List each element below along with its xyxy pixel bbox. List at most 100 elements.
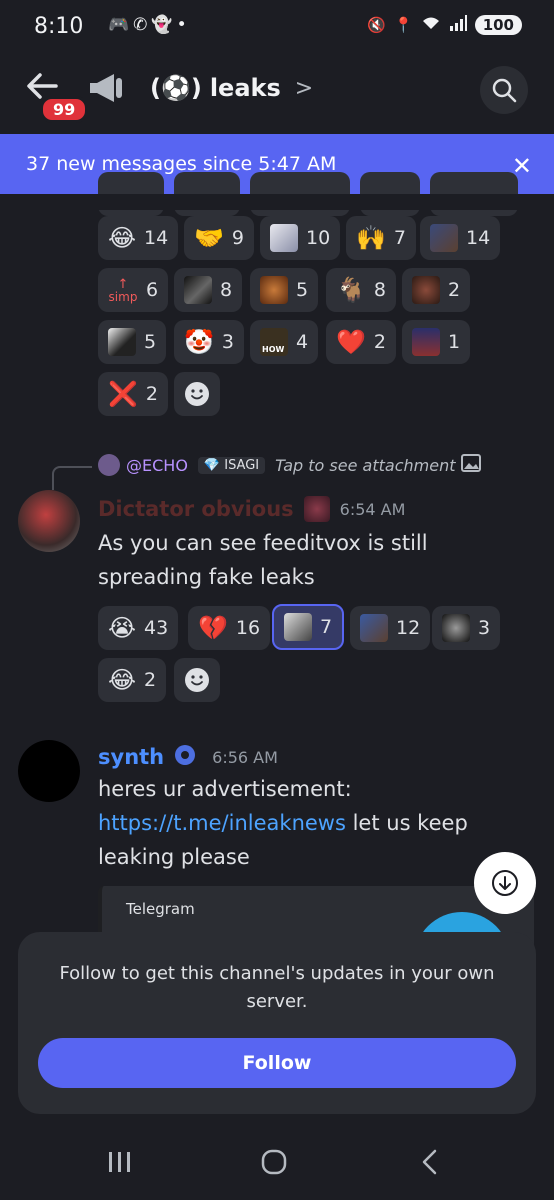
reaction-chip[interactable]: 1 <box>402 320 471 364</box>
embed-provider: Telegram <box>126 900 195 918</box>
reply-avatar <box>98 454 120 476</box>
reaction-count: 12 <box>396 617 421 639</box>
reaction-count: 2 <box>145 383 158 405</box>
avatar[interactable] <box>18 490 80 552</box>
unread-badge: 99 <box>40 96 89 123</box>
follow-channel-card: Follow to get this channel's updates in … <box>18 932 536 1114</box>
arrow-down-icon <box>492 870 518 896</box>
avatar[interactable] <box>18 740 80 802</box>
joy-emoji-icon: 😂 <box>108 224 137 252</box>
joy-emoji-icon: 😂 <box>108 666 137 694</box>
back-nav-button[interactable] <box>410 1146 450 1178</box>
image-icon <box>461 454 482 476</box>
telegram-link[interactable]: https://t.me/inleaknews <box>98 811 346 835</box>
clown-emoji-icon: 🤡 <box>184 328 214 356</box>
reaction-chip-selected[interactable]: 7 <box>272 604 345 650</box>
reaction-count: 2 <box>373 331 386 353</box>
reaction-count: 2 <box>144 669 157 691</box>
reaction-chip[interactable]: 5 <box>98 320 167 364</box>
mute-icon: 🔇 <box>367 16 386 34</box>
reaction-chip[interactable]: 3 <box>432 606 501 650</box>
reaction-chip[interactable]: 🐐 8 <box>326 268 396 312</box>
reaction-chip[interactable]: ❤️ 2 <box>326 320 396 364</box>
system-nav-bar <box>0 1124 554 1200</box>
follow-description: Follow to get this channel's updates in … <box>59 963 495 1012</box>
flower-badge-icon <box>174 744 196 770</box>
message-line: spreading fake leaks <box>98 565 315 589</box>
bw-face-icon <box>184 276 212 304</box>
reaction-chip[interactable]: 💔 16 <box>188 606 271 650</box>
reaction-count: 16 <box>235 617 261 639</box>
reaction-count: 4 <box>296 331 309 353</box>
message-header: synth 6:56 AM <box>98 744 278 770</box>
reaction-chip[interactable]: 2 <box>402 268 471 312</box>
smiley-icon <box>185 382 209 406</box>
reaction-chip[interactable]: 🙌 7 <box>346 216 416 260</box>
add-reaction-button[interactable] <box>174 658 220 702</box>
author-name[interactable]: synth <box>98 745 164 769</box>
simp-emoji-icon: ↑ simp <box>108 276 138 304</box>
reaction-count: 10 <box>306 227 331 249</box>
discord-icon: 🎮 <box>108 15 130 35</box>
reaction-count: 14 <box>144 227 169 249</box>
reaction-count: 5 <box>144 331 157 353</box>
scroll-to-bottom-button[interactable] <box>474 852 536 914</box>
goat-emoji-icon: 🐐 <box>336 276 366 304</box>
person-photo-icon <box>442 614 470 642</box>
megaphone-icon <box>88 72 124 104</box>
message-line: As you can see feeditvox is still <box>98 531 428 555</box>
reaction-chip[interactable]: 😂 14 <box>98 216 179 260</box>
author-name[interactable]: Dictator obvious <box>98 497 294 521</box>
message-header: Dictator obvious 6:54 AM <box>98 496 405 522</box>
message-timestamp: 6:56 AM <box>212 747 278 767</box>
reaction-count: 7 <box>393 227 406 249</box>
recents-icon <box>109 1152 130 1172</box>
add-reaction-button[interactable] <box>174 372 220 416</box>
reaction-count: 2 <box>448 279 461 301</box>
reaction-chip[interactable]: 😭 43 <box>98 606 179 650</box>
raised-hands-emoji-icon: 🙌 <box>356 224 386 252</box>
reaction-chip[interactable]: 10 <box>260 216 341 260</box>
cross-mark-emoji-icon: ❌ <box>108 380 138 408</box>
sob-emoji-icon: 😭 <box>108 614 137 642</box>
anime-character-icon <box>284 613 312 641</box>
reaction-chip[interactable]: 14 <box>420 216 501 260</box>
person-photo-icon <box>430 224 458 252</box>
message-timestamp: 6:54 AM <box>339 499 406 519</box>
signal-icon <box>449 15 467 35</box>
reaction-count: 14 <box>466 227 491 249</box>
reaction-count: 3 <box>221 331 234 353</box>
reaction-chip[interactable]: 🤡 3 <box>174 320 244 364</box>
recent-apps-button[interactable] <box>100 1146 140 1178</box>
follow-button[interactable]: Follow <box>38 1038 516 1088</box>
notification-icons: 🎮 ✆ 👻 • <box>108 15 187 35</box>
reaction-chip[interactable]: ❌ 2 <box>98 372 168 416</box>
reaction-chip[interactable]: 8 <box>174 268 243 312</box>
channel-title[interactable]: (⚽) leaks > <box>150 74 313 102</box>
message-content: heres ur advertisement: https://t.me/inl… <box>98 772 468 874</box>
battery-indicator: 100 <box>474 15 522 35</box>
search-button[interactable] <box>480 66 528 114</box>
reaction-chip[interactable]: 12 <box>350 606 431 650</box>
banner-shadow <box>0 194 554 210</box>
handshake-emoji-icon: 🤝 <box>194 224 224 252</box>
reaction-chip[interactable]: ↑ simp 6 <box>98 268 169 312</box>
reaction-chip[interactable]: 5 <box>250 268 319 312</box>
reaction-chip[interactable]: 😂 2 <box>98 658 167 702</box>
message-line: leaking please <box>98 845 250 869</box>
person-photo-icon <box>360 614 388 642</box>
chevron-right-icon: > <box>294 75 314 101</box>
status-bar: 8:10 🎮 ✆ 👻 • 🔇 📍 100 <box>0 0 554 56</box>
reaction-chip[interactable]: 🤝 9 <box>184 216 254 260</box>
reaction-count: 9 <box>231 227 244 249</box>
system-icons: 🔇 📍 100 <box>367 15 522 35</box>
reaction-chip[interactable]: HOW 4 <box>250 320 319 364</box>
monkey-face-icon <box>260 276 288 304</box>
reply-reference[interactable]: @ECHO 💎 ISAGI Tap to see attachment <box>98 454 482 476</box>
reply-author: @ECHO <box>126 455 188 475</box>
red-heart-emoji-icon: ❤️ <box>336 328 366 356</box>
home-button[interactable] <box>254 1146 294 1178</box>
whatsapp-icon: ✆ <box>133 15 148 35</box>
reply-connector <box>52 466 92 490</box>
reaction-count: 1 <box>448 331 461 353</box>
